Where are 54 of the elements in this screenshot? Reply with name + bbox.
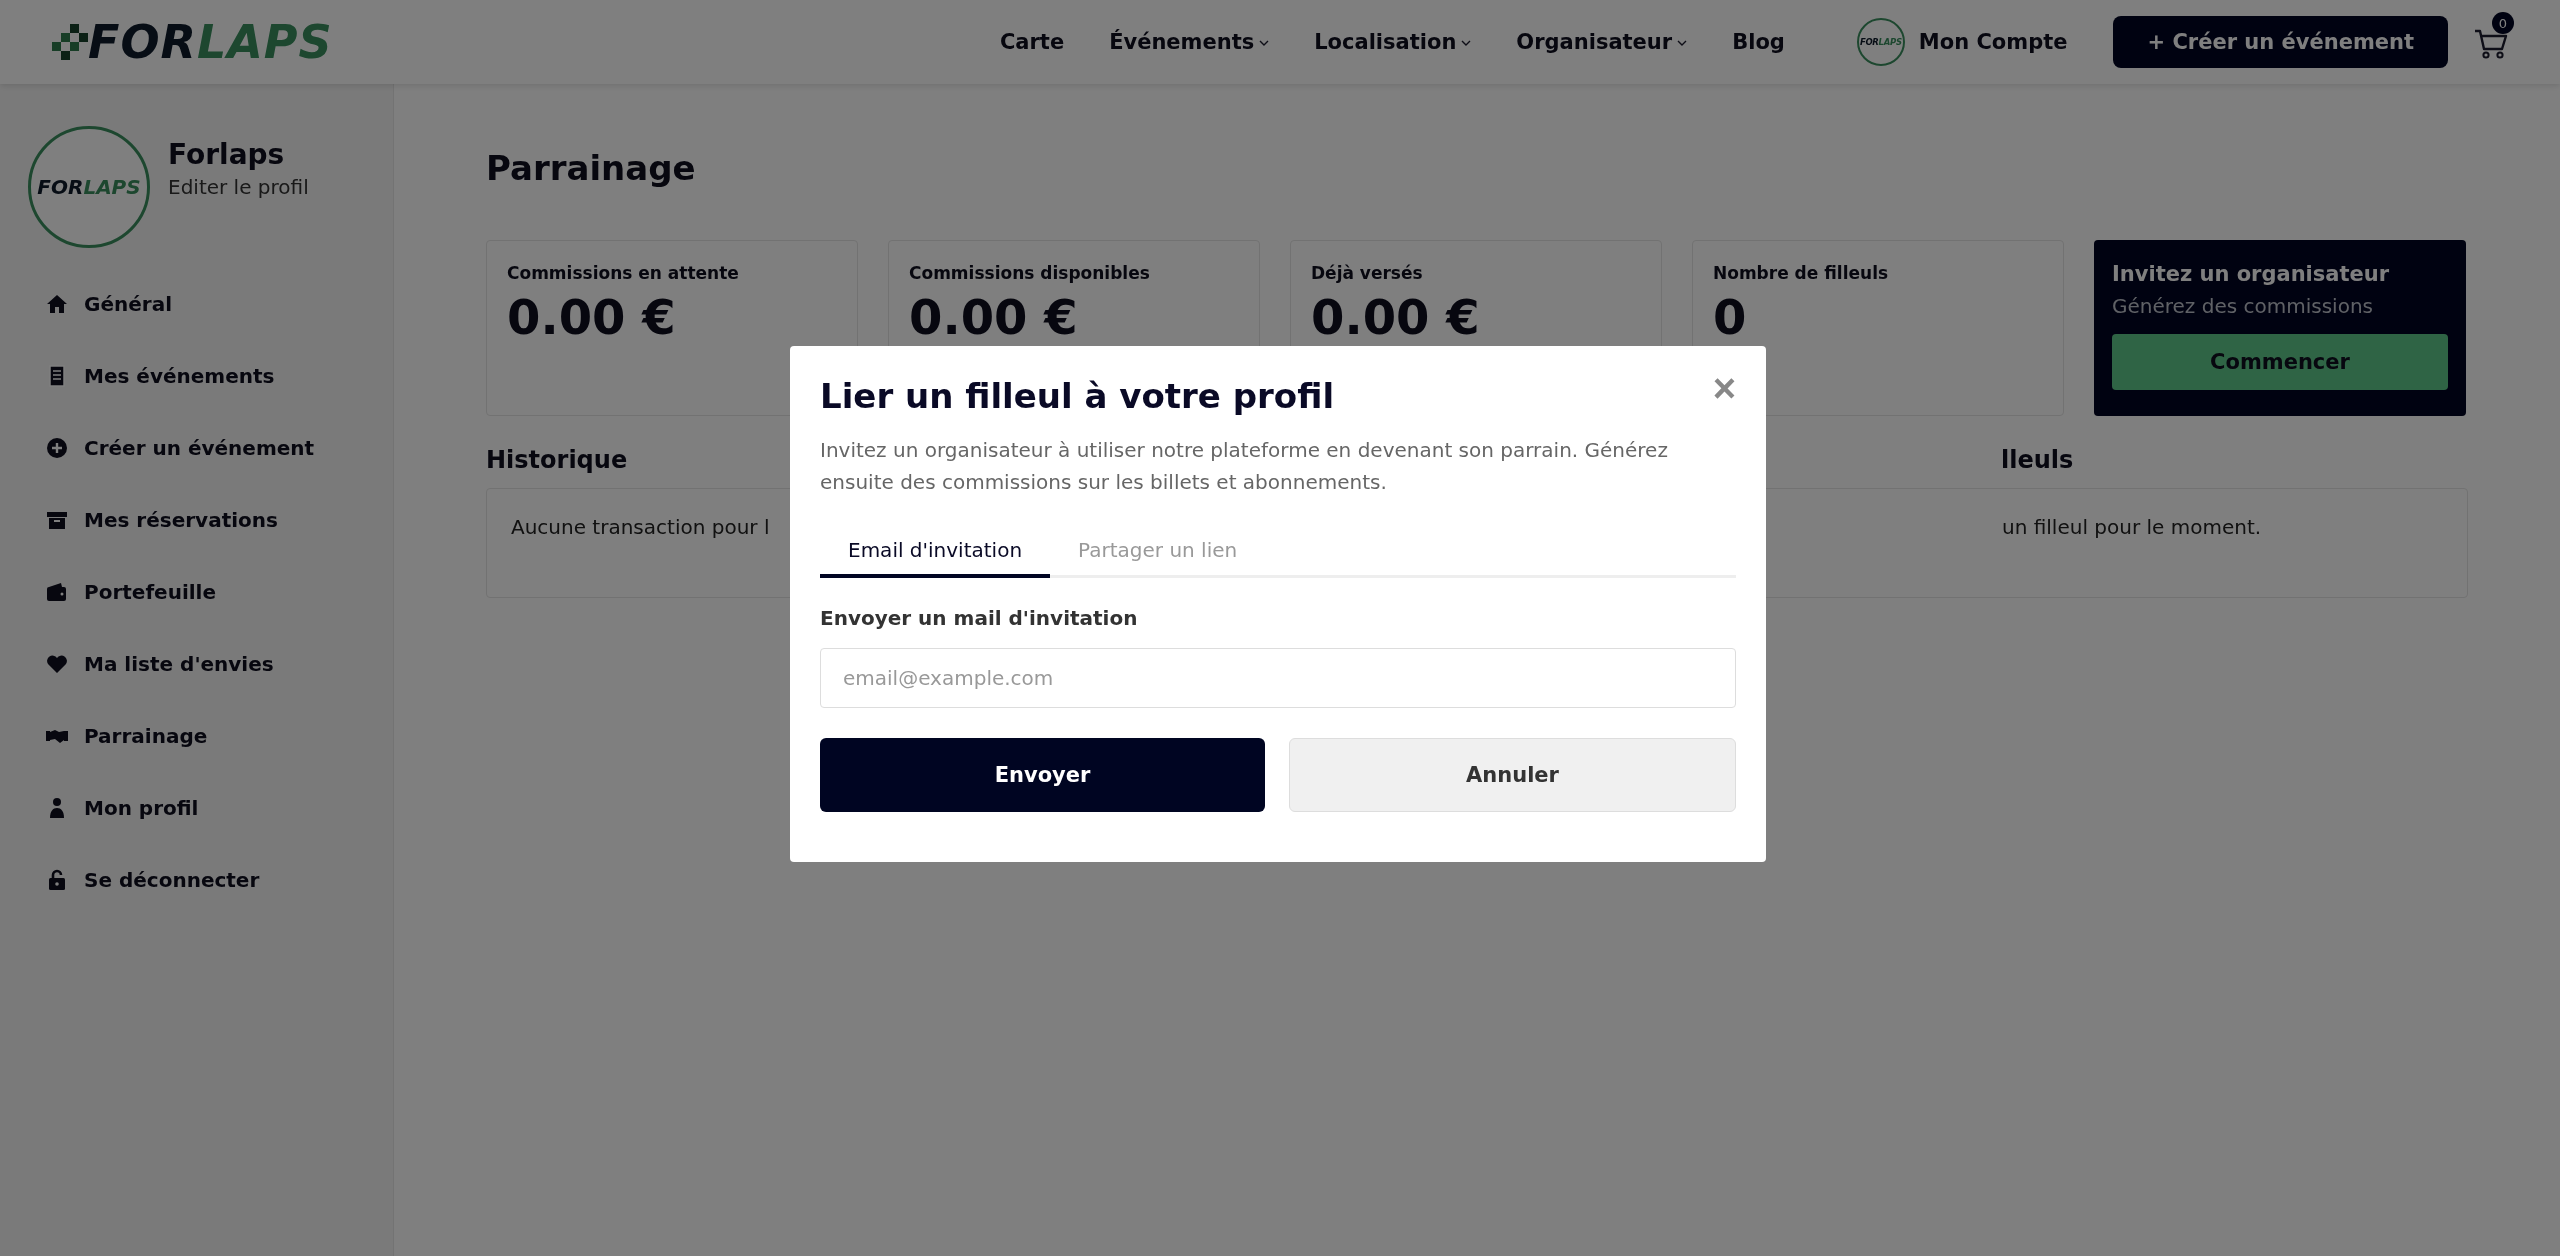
wallet-icon (46, 581, 68, 603)
stat-value: 0.00 € (507, 289, 677, 345)
nav-link[interactable]: Blog (1732, 30, 1785, 54)
avatar-logo: FORLAPS (1856, 18, 1905, 66)
logo[interactable]: FORLAPS (88, 15, 333, 69)
cart-count-badge: 0 (2492, 12, 2514, 34)
empty-message: Aucune transaction pour l (511, 515, 770, 539)
sidebar-item[interactable]: Portefeuille (84, 580, 217, 604)
modal-title: Lier un filleul à votre profil (820, 376, 1335, 416)
stat-value: 0 (1713, 289, 1748, 345)
nav-link[interactable]: Organisateur (1516, 30, 1688, 54)
cancel-button[interactable]: Annuler (1289, 738, 1736, 812)
stat-label: Commissions en attente (507, 263, 740, 283)
plus-icon (46, 437, 68, 459)
section-heading: Historique (486, 446, 628, 474)
stat-value: 0.00 € (1311, 289, 1481, 345)
profile-avatar: FORLAPS (28, 126, 150, 248)
lock-icon (46, 869, 68, 891)
cart-icon[interactable] (2474, 28, 2508, 60)
stat-label: Déjà versés (1311, 263, 1424, 283)
stat-label: Nombre de filleuls (1713, 263, 1890, 283)
invite-subtitle: Générez des commissions (2112, 294, 2374, 318)
modal-description: Invitez un organisateur à utiliser notre plateforme en devenant son parrain. Générez ensuite des commissions sur les billets et abonnements. (820, 437, 1669, 496)
nav-link[interactable]: Carte (999, 30, 1065, 54)
stat-label: Commissions disponibles (909, 263, 1151, 283)
sidebar-item[interactable]: Parrainage (84, 724, 208, 748)
tab[interactable]: Partager un lien (1050, 528, 1266, 578)
heart-icon (46, 653, 68, 675)
tab[interactable]: Email d'invitation (820, 528, 1051, 578)
sidebar-item[interactable]: Mes réservations (84, 508, 278, 532)
sidebar-item[interactable]: Se déconnecter (84, 868, 260, 892)
send-button[interactable]: Envoyer (820, 738, 1265, 812)
stat-value: 0.00 € (909, 289, 1079, 345)
page-title: Parrainage (486, 148, 697, 188)
sidebar-item[interactable]: Général (84, 292, 172, 316)
home-icon (46, 293, 68, 315)
account-link[interactable]: FORLAPS Mon Compte (1856, 18, 2068, 66)
email-field[interactable]: email@example.com (820, 648, 1736, 708)
sidebar-item[interactable]: Créer un événement (84, 436, 315, 460)
edit-profile-link[interactable]: Editer le profil (168, 175, 309, 199)
sidebar-item[interactable]: Mon profil (84, 796, 199, 820)
nav-link[interactable]: Localisation (1314, 30, 1472, 54)
empty-message: un filleul pour le moment. (2002, 515, 2262, 539)
nav-link[interactable]: Événements (1109, 30, 1270, 54)
archive-icon (46, 509, 68, 531)
invite-title: Invitez un organisateur (2112, 262, 2391, 286)
profile-name: Forlaps (168, 138, 286, 171)
section-heading: lleuls (2001, 446, 2074, 474)
field-label: Envoyer un mail d'invitation (820, 606, 1139, 630)
sidebar-item[interactable]: Ma liste d'envies (84, 652, 274, 676)
account-label: Mon Compte (1918, 30, 2068, 54)
create-event-button[interactable]: + Créer un événement (2113, 16, 2448, 68)
sidebar-item[interactable]: Mes événements (84, 364, 275, 388)
start-button[interactable]: Commencer (2112, 334, 2448, 390)
